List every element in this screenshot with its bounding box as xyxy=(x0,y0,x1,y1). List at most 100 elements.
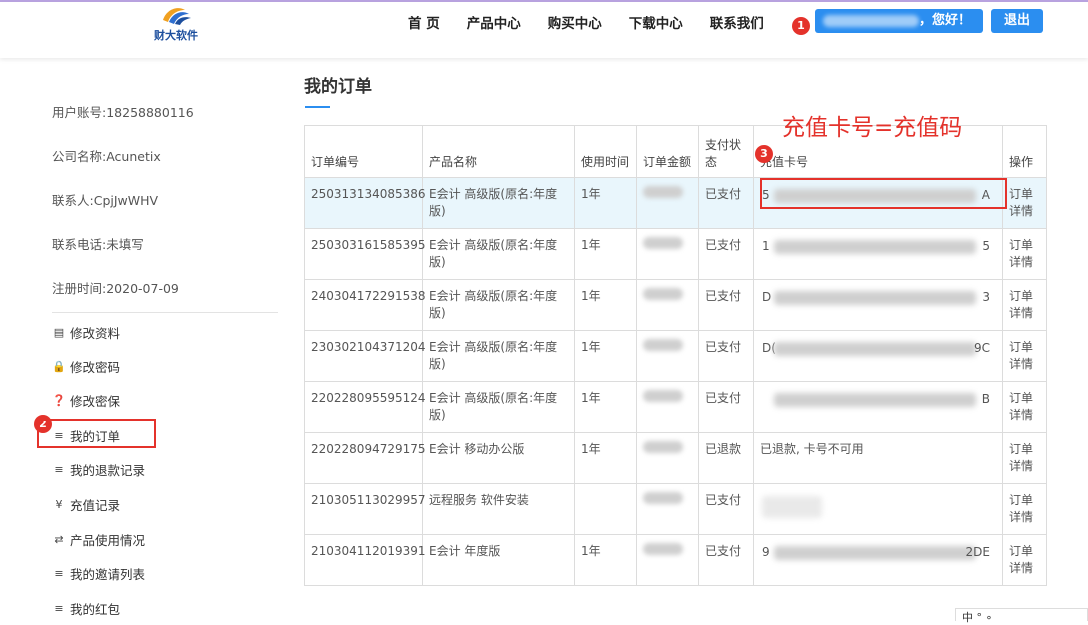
amount xyxy=(636,279,699,331)
menu-product-usage[interactable]: ⇄ 产品使用情况 xyxy=(52,530,145,549)
order-no: 250303161585395 xyxy=(304,228,426,280)
redacted-amount xyxy=(643,492,683,504)
redacted-card xyxy=(762,496,822,518)
list-icon: ≡ xyxy=(54,567,64,580)
table-row[interactable]: 220228095595124 E会计 高级版(原名:年度版) 1年 已支付 B… xyxy=(304,381,1047,433)
card-number: D 3 xyxy=(753,279,1003,331)
sidebar-divider xyxy=(52,312,278,313)
order-no: 250313134085386 xyxy=(304,177,426,229)
order-detail-link[interactable]: 订单详情 xyxy=(1002,177,1047,229)
order-no: 240304172291538 xyxy=(304,279,426,331)
product-name: E会计 高级版(原名:年度版) xyxy=(422,228,575,280)
redacted-card xyxy=(774,240,976,254)
menu-label: 我的退款记录 xyxy=(70,463,146,478)
menu-label: 我的邀请列表 xyxy=(70,567,146,582)
card-number xyxy=(753,483,1003,535)
annotation-note: 充值卡号=充值码 xyxy=(782,115,963,141)
page-title: 我的订单 xyxy=(304,77,372,97)
greeting-text: ，您好！ xyxy=(918,13,971,28)
order-no: 210304112019391 xyxy=(304,534,426,586)
yen-icon: ¥ xyxy=(55,498,63,511)
redacted-amount xyxy=(643,237,683,249)
title-underline xyxy=(305,106,330,108)
phone-info: 联系电话:未填写 xyxy=(52,237,144,252)
card-number: 9 2DE xyxy=(753,534,1003,586)
annotation-highlight-card xyxy=(760,178,1007,209)
pay-status: 已支付 xyxy=(698,228,754,280)
table-row[interactable]: 210305113029957 远程服务 软件安装 已支付 订单详情 xyxy=(304,483,1047,535)
menu-recharge-records[interactable]: ¥ 充值记录 xyxy=(52,495,121,514)
pay-status: 已支付 xyxy=(698,177,754,229)
account-info: 用户账号:18258880116 xyxy=(52,105,194,120)
menu-security-question[interactable]: ❓ 修改密保 xyxy=(52,391,120,410)
nav-purchase[interactable]: 购买中心 xyxy=(548,14,602,34)
table-row[interactable]: 250303161585395 E会计 高级版(原名:年度版) 1年 已支付 1… xyxy=(304,228,1047,280)
order-detail-link[interactable]: 订单详情 xyxy=(1002,534,1047,586)
order-detail-link[interactable]: 订单详情 xyxy=(1002,483,1047,535)
register-info: 注册时间:2020-07-09 xyxy=(52,281,179,296)
order-detail-link[interactable]: 订单详情 xyxy=(1002,228,1047,280)
amount xyxy=(636,177,699,229)
redacted-amount xyxy=(643,186,683,198)
menu-red-packets[interactable]: ≡ 我的红包 xyxy=(52,599,120,618)
order-detail-link[interactable]: 订单详情 xyxy=(1002,432,1047,484)
nav-contact[interactable]: 联系我们 xyxy=(710,14,764,34)
menu-label: 修改密码 xyxy=(70,360,121,375)
company-info: 公司名称:Acunetix xyxy=(52,149,161,164)
order-detail-link[interactable]: 订单详情 xyxy=(1002,381,1047,433)
user-greeting-button[interactable]: ，您好！ xyxy=(815,9,983,33)
nav-products[interactable]: 产品中心 xyxy=(467,14,521,34)
annotation-badge-1: 1 xyxy=(792,17,810,35)
card-number: B xyxy=(753,381,1003,433)
card-number: 1 5 xyxy=(753,228,1003,280)
menu-refund-records[interactable]: ≡ 我的退款记录 xyxy=(52,460,145,479)
order-detail-link[interactable]: 订单详情 xyxy=(1002,279,1047,331)
list-icon: ≡ xyxy=(54,463,64,476)
amount xyxy=(636,381,699,433)
order-no: 210305113029957 xyxy=(304,483,426,535)
logout-button[interactable]: 退出 xyxy=(991,9,1043,33)
card-number: 已退款, 卡号不可用 xyxy=(753,432,1003,484)
product-name: E会计 高级版(原名:年度版) xyxy=(422,177,575,229)
card-suffix: 2DE xyxy=(965,545,990,559)
redacted-card xyxy=(774,291,976,305)
card-suffix: 3 xyxy=(982,290,990,304)
table-row[interactable]: 240304172291538 E会计 高级版(原名:年度版) 1年 已支付 D… xyxy=(304,279,1047,331)
main-nav: 首 页 产品中心 购买中心 下载中心 联系我们 xyxy=(408,14,791,34)
menu-invite-list[interactable]: ≡ 我的邀请列表 xyxy=(52,564,145,583)
card-suffix: B xyxy=(981,392,990,406)
period: 1年 xyxy=(574,330,637,382)
order-detail-link[interactable]: 订单详情 xyxy=(1002,330,1047,382)
ime-toolbar[interactable]: 中 ° ∘ xyxy=(955,608,1088,624)
nav-download[interactable]: 下载中心 xyxy=(629,14,683,34)
pay-status: 已退款 xyxy=(698,432,754,484)
pay-status: 已支付 xyxy=(698,534,754,586)
period: 1年 xyxy=(574,381,637,433)
exchange-icon: ⇄ xyxy=(54,533,64,546)
logo[interactable]: 财大软件 xyxy=(144,4,208,44)
product-name: E会计 高级版(原名:年度版) xyxy=(422,381,575,433)
amount xyxy=(636,228,699,280)
menu-edit-profile[interactable]: ▤ 修改资料 xyxy=(52,323,120,342)
menu-change-password[interactable]: 🔒 修改密码 xyxy=(52,357,120,376)
col-period: 使用时间 xyxy=(574,125,637,178)
nav-home[interactable]: 首 页 xyxy=(408,14,440,34)
annotation-badge-3: 3 xyxy=(755,145,773,163)
menu-label: 我的红包 xyxy=(70,602,121,617)
amount xyxy=(636,483,699,535)
card-suffix: 9C xyxy=(973,341,990,355)
question-icon: ❓ xyxy=(52,394,66,407)
period: 1年 xyxy=(574,432,637,484)
card-number: D( 9C xyxy=(753,330,1003,382)
card-suffix: 5 xyxy=(982,239,990,253)
table-row[interactable]: 210304112019391 E会计 年度版 1年 已支付 9 2DE 订单详… xyxy=(304,534,1047,586)
redacted-amount xyxy=(643,288,683,300)
card-prefix: 9 xyxy=(762,545,770,559)
annotation-highlight-my-orders xyxy=(37,419,156,448)
period: 1年 xyxy=(574,228,637,280)
amount xyxy=(636,534,699,586)
period: 1年 xyxy=(574,534,637,586)
pay-status: 已支付 xyxy=(698,330,754,382)
table-row[interactable]: 220228094729175 E会计 移动办公版 1年 已退款 已退款, 卡号… xyxy=(304,432,1047,484)
table-row[interactable]: 230302104371204 E会计 高级版(原名:年度版) 1年 已支付 D… xyxy=(304,330,1047,382)
